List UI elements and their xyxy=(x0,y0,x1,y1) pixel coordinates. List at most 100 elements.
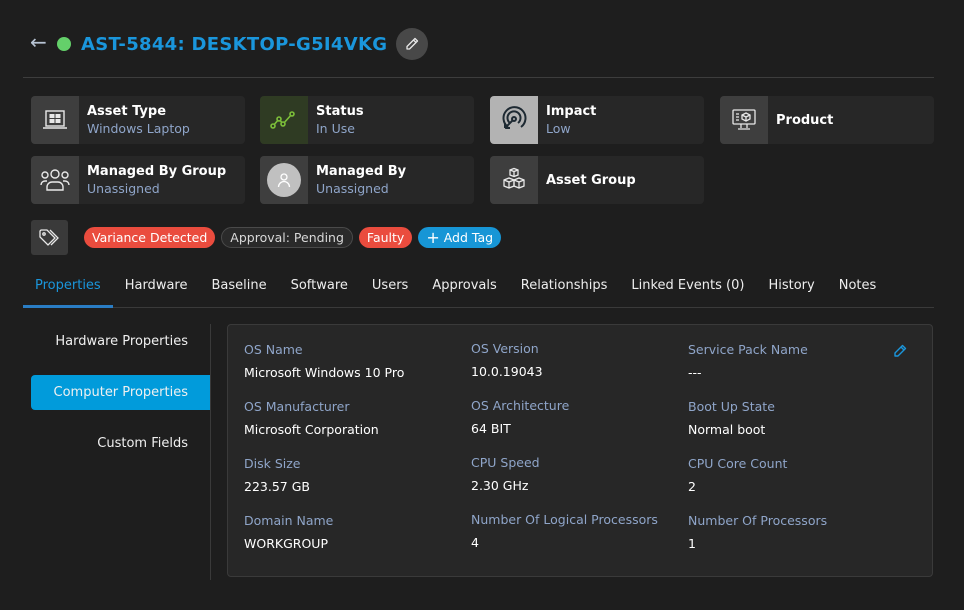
field-cpu-core-count: CPU Core Count 2 xyxy=(688,456,787,495)
page-title: AST-5844: DESKTOP-G5I4VKG xyxy=(81,33,388,55)
field-boot-up-state: Boot Up State Normal boot xyxy=(688,399,775,438)
tab-relationships[interactable]: Relationships xyxy=(509,270,620,308)
field-number-of-processors: Number Of Processors 1 xyxy=(688,513,827,552)
card-value: Unassigned xyxy=(316,181,389,196)
field-value: 2.30 GHz xyxy=(471,478,529,493)
edit-title-button[interactable] xyxy=(396,28,429,60)
field-value: Microsoft Windows 10 Pro xyxy=(244,365,405,380)
status-line-icon xyxy=(270,111,295,129)
card-label: Managed By xyxy=(316,164,407,179)
card-value: Low xyxy=(546,121,571,136)
boxes-icon xyxy=(503,167,525,189)
field-label: OS Manufacturer xyxy=(244,399,350,414)
tab-software[interactable]: Software xyxy=(279,270,360,308)
field-os-manufacturer: OS Manufacturer Microsoft Corporation xyxy=(244,399,379,438)
tag-icon xyxy=(38,228,59,246)
card-icon-box xyxy=(31,156,79,204)
monitor-product-icon xyxy=(732,109,756,130)
field-label: OS Name xyxy=(244,342,303,357)
tag-faulty[interactable]: Faulty xyxy=(358,227,413,248)
field-label: OS Architecture xyxy=(471,398,570,413)
add-tag-button[interactable]: + Add Tag xyxy=(418,227,502,248)
card-label: Asset Group xyxy=(546,172,636,188)
card-label: Product xyxy=(776,112,834,128)
tab-approvals[interactable]: Approvals xyxy=(420,270,508,308)
card-label: Managed By Group xyxy=(87,164,227,179)
field-service-pack-name: Service Pack Name --- xyxy=(688,342,808,381)
tag-variance-detected[interactable]: Variance Detected xyxy=(84,227,216,248)
pencil-icon xyxy=(406,37,419,50)
card-label: Status xyxy=(316,104,364,119)
field-label: Service Pack Name xyxy=(688,342,808,357)
properties-subnav: Hardware Properties Computer Properties … xyxy=(31,324,211,580)
page-header: ← AST-5844: DESKTOP-G5I4VKG xyxy=(30,28,429,60)
field-value: --- xyxy=(688,365,702,380)
tag-approval-pending[interactable]: Approval: Pending xyxy=(221,227,353,248)
tags-button[interactable] xyxy=(31,220,68,255)
tab-notes[interactable]: Notes xyxy=(827,270,889,308)
subnav-computer-properties[interactable]: Computer Properties xyxy=(31,375,210,410)
field-value: 10.0.19043 xyxy=(471,364,543,379)
tab-baseline[interactable]: Baseline xyxy=(199,270,278,308)
field-value: 1 xyxy=(688,536,696,551)
field-label: CPU Speed xyxy=(471,455,540,470)
field-value: WORKGROUP xyxy=(244,536,328,551)
field-value: 64 BIT xyxy=(471,421,511,436)
status-dot xyxy=(57,37,71,51)
card-label: Asset Type xyxy=(87,104,167,119)
field-value: 223.57 GB xyxy=(244,479,310,494)
card-asset-group[interactable]: Asset Group xyxy=(490,156,704,204)
field-label: Disk Size xyxy=(244,456,301,471)
card-value: Unassigned xyxy=(87,181,160,196)
field-value: 4 xyxy=(471,535,479,550)
tab-hardware[interactable]: Hardware xyxy=(113,270,200,308)
field-value: Normal boot xyxy=(688,422,766,437)
header-divider xyxy=(23,77,934,78)
user-avatar-icon xyxy=(267,163,301,197)
field-label: CPU Core Count xyxy=(688,456,788,471)
card-value: In Use xyxy=(316,121,355,136)
card-label: Impact xyxy=(546,104,597,119)
field-disk-size: Disk Size 223.57 GB xyxy=(244,456,310,495)
card-icon-box xyxy=(31,96,79,144)
card-icon-box xyxy=(490,156,538,204)
card-icon-box xyxy=(260,156,308,204)
edit-properties-button[interactable] xyxy=(893,343,907,362)
card-impact[interactable]: Impact Low xyxy=(490,96,704,144)
subnav-custom-fields[interactable]: Custom Fields xyxy=(31,426,210,461)
tab-bar: Properties Hardware Baseline Software Us… xyxy=(23,270,934,308)
arrow-left-icon[interactable]: ← xyxy=(30,32,52,52)
field-os-version: OS Version 10.0.19043 xyxy=(471,341,543,380)
card-icon-box xyxy=(260,96,308,144)
card-status[interactable]: Status In Use xyxy=(260,96,474,144)
subnav-hardware-properties[interactable]: Hardware Properties xyxy=(31,324,210,359)
field-cpu-speed: CPU Speed 2.30 GHz xyxy=(471,455,540,494)
card-icon-box xyxy=(720,96,768,144)
computer-properties-panel: OS Name Microsoft Windows 10 Pro OS Vers… xyxy=(227,324,933,577)
field-logical-processors: Number Of Logical Processors 4 xyxy=(471,512,658,551)
windows-laptop-icon xyxy=(43,110,67,129)
tab-users[interactable]: Users xyxy=(360,270,420,308)
field-value: 2 xyxy=(688,479,696,494)
field-label: Number Of Logical Processors xyxy=(471,512,658,527)
field-label: Number Of Processors xyxy=(688,513,828,528)
field-domain-name: Domain Name WORKGROUP xyxy=(244,513,333,552)
card-managed-by[interactable]: Managed By Unassigned xyxy=(260,156,474,204)
target-icon xyxy=(502,106,527,129)
tab-properties[interactable]: Properties xyxy=(23,270,113,308)
tab-linked-events[interactable]: Linked Events (0) xyxy=(619,270,756,308)
field-label: Boot Up State xyxy=(688,399,775,414)
tag-row: Variance Detected Approval: Pending Faul… xyxy=(31,220,507,255)
card-value: Windows Laptop xyxy=(87,121,190,136)
add-tag-label: Add Tag xyxy=(443,230,494,245)
card-product[interactable]: Product xyxy=(720,96,934,144)
card-asset-type[interactable]: Asset Type Windows Laptop xyxy=(31,96,245,144)
card-managed-by-group[interactable]: Managed By Group Unassigned xyxy=(31,156,245,204)
tab-history[interactable]: History xyxy=(756,270,826,308)
field-os-architecture: OS Architecture 64 BIT xyxy=(471,398,569,437)
field-os-name: OS Name Microsoft Windows 10 Pro xyxy=(244,342,404,381)
field-value: Microsoft Corporation xyxy=(244,422,379,437)
card-icon-box xyxy=(490,96,538,144)
users-group-icon xyxy=(40,169,70,191)
field-label: OS Version xyxy=(471,341,539,356)
